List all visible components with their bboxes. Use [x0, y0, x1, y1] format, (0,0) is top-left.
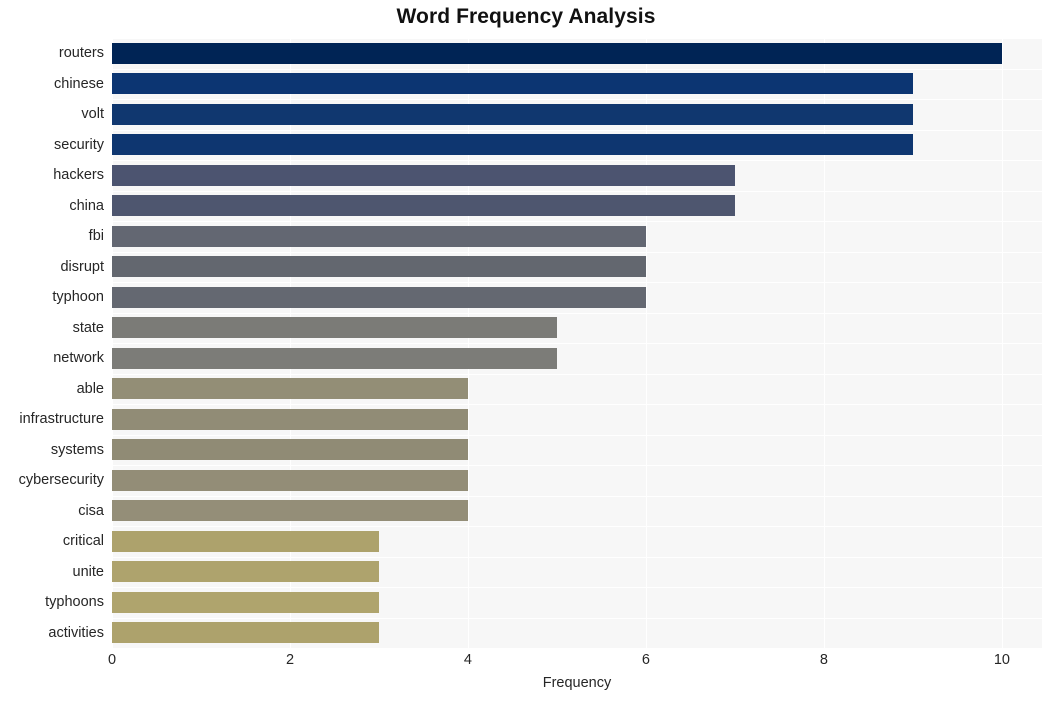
- bar-cisa: [112, 500, 468, 522]
- y-tick-label-critical: critical: [62, 533, 104, 550]
- bar-systems: [112, 439, 468, 461]
- bars-container: [112, 38, 1042, 648]
- bar-state: [112, 317, 557, 339]
- y-tick-label-fbi: fbi: [88, 228, 104, 245]
- bar-fbi: [112, 225, 646, 247]
- page-title: Word Frequency Analysis: [396, 5, 656, 28]
- bar-security: [112, 134, 913, 156]
- chart-figure: Word Frequency Analysis routers chinese vo…: [0, 0, 1052, 701]
- x-tick-label-10: 10: [993, 652, 1011, 668]
- bar-china: [112, 195, 735, 217]
- bar-hackers: [112, 164, 735, 186]
- y-tick-label-hackers: hackers: [53, 167, 104, 184]
- bar-typhoons: [112, 591, 379, 613]
- bar-critical: [112, 530, 379, 552]
- x-tick-label-8: 8: [819, 652, 828, 668]
- y-tick-label-network: network: [53, 350, 104, 367]
- y-tick-label-cisa: cisa: [78, 502, 104, 519]
- y-tick-label-chinese: chinese: [54, 75, 104, 92]
- y-tick-label-typhoons: typhoons: [45, 594, 104, 611]
- y-tick-label-able: able: [76, 380, 104, 397]
- bar-routers: [112, 42, 1002, 64]
- bar-infrastructure: [112, 408, 468, 430]
- y-tick-label-cybersecurity: cybersecurity: [18, 472, 104, 489]
- x-axis-tick-labels: 0 2 4 6 8 10: [108, 652, 1042, 674]
- y-tick-label-routers: routers: [58, 45, 104, 62]
- bar-network: [112, 347, 557, 369]
- x-tick-label-4: 4: [463, 652, 473, 668]
- y-tick-label-disrupt: disrupt: [60, 258, 104, 275]
- y-tick-label-typhoon: typhoon: [52, 289, 104, 306]
- bar-disrupt: [112, 256, 646, 278]
- plot-area: [112, 38, 1042, 648]
- y-tick-label-systems: systems: [50, 441, 104, 458]
- y-tick-label-china: china: [69, 197, 104, 214]
- bar-typhoon: [112, 286, 646, 308]
- bar-able: [112, 378, 468, 400]
- x-tick-label-0: 0: [107, 652, 117, 668]
- y-tick-label-infrastructure: infrastructure: [19, 411, 104, 428]
- y-tick-label-unite: unite: [72, 563, 104, 580]
- bar-chinese: [112, 73, 913, 95]
- x-axis-title: Frequency: [542, 675, 612, 691]
- bar-activities: [112, 622, 379, 644]
- bar-volt: [112, 103, 913, 125]
- y-tick-label-state: state: [72, 319, 104, 336]
- x-tick-label-2: 2: [285, 652, 295, 668]
- y-tick-label-volt: volt: [81, 106, 104, 123]
- x-tick-label-6: 6: [641, 652, 651, 668]
- bar-cybersecurity: [112, 469, 468, 491]
- bar-unite: [112, 561, 379, 583]
- y-tick-label-security: security: [54, 136, 104, 153]
- y-axis-tick-labels: routers chinese volt security hackers china fb…: [0, 38, 104, 648]
- y-tick-label-activities: activities: [48, 624, 104, 641]
